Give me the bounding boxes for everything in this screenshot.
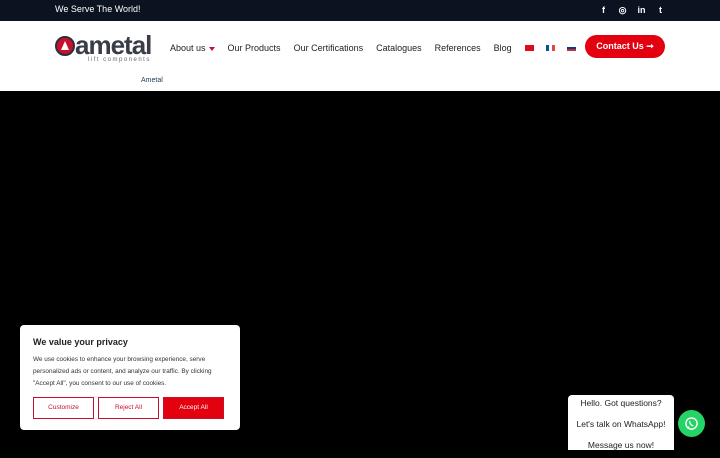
french-flag-icon[interactable] (545, 45, 555, 51)
whatsapp-chat-bubble[interactable]: Hello. Got questions? Let's talk on What… (568, 395, 674, 450)
cookie-consent-banner: We value your privacy We use cookies to … (20, 325, 240, 430)
social-links: f ◎ in t (599, 4, 665, 16)
nav-about-us-label: About us (170, 43, 206, 53)
nav-our-certifications[interactable]: Our Certifications (294, 43, 364, 53)
nav-references[interactable]: References (435, 43, 481, 53)
tagline: We Serve The World! (55, 4, 141, 14)
chevron-down-icon (208, 46, 215, 51)
main-nav: About us Our Products Our Certifications… (170, 43, 588, 53)
twitter-icon[interactable]: t (656, 4, 665, 16)
cookie-title: We value your privacy (33, 337, 128, 347)
chat-line-1: Hello. Got questions? (580, 398, 662, 408)
cookie-text: We use cookies to enhance your browsing … (33, 356, 212, 387)
nav-blog[interactable]: Blog (494, 43, 512, 53)
ametal-logo[interactable]: ametal lift components (55, 30, 155, 63)
reject-all-button[interactable]: Reject All (98, 397, 159, 419)
whatsapp-button[interactable] (678, 410, 705, 437)
customize-button[interactable]: Customize (33, 397, 94, 419)
site-header: ametal lift components About us Our Prod… (0, 21, 720, 91)
breadcrumb[interactable]: Ametal (141, 77, 163, 84)
nav-catalogues[interactable]: Catalogues (376, 43, 422, 53)
top-bar: We Serve The World! f ◎ in t (0, 0, 720, 21)
chat-line-3: Message us now! (587, 440, 655, 450)
linkedin-icon[interactable]: in (637, 4, 646, 16)
turkish-flag-icon[interactable] (524, 45, 534, 51)
chat-line-2: Let's talk on WhatsApp! (576, 419, 666, 429)
russian-flag-icon[interactable] (566, 45, 576, 51)
logo-subtitle: lift components (88, 57, 151, 63)
nav-our-products[interactable]: Our Products (228, 43, 281, 53)
cookie-buttons: Customize Reject All Accept All (33, 397, 224, 419)
logo-mark-icon (55, 36, 75, 56)
instagram-icon[interactable]: ◎ (618, 4, 627, 16)
contact-us-button[interactable]: Contact Us ➞ (585, 35, 665, 58)
accept-all-button[interactable]: Accept All (163, 397, 224, 419)
nav-about-us[interactable]: About us (170, 43, 215, 53)
whatsapp-icon (685, 417, 698, 430)
facebook-icon[interactable]: f (599, 4, 608, 16)
